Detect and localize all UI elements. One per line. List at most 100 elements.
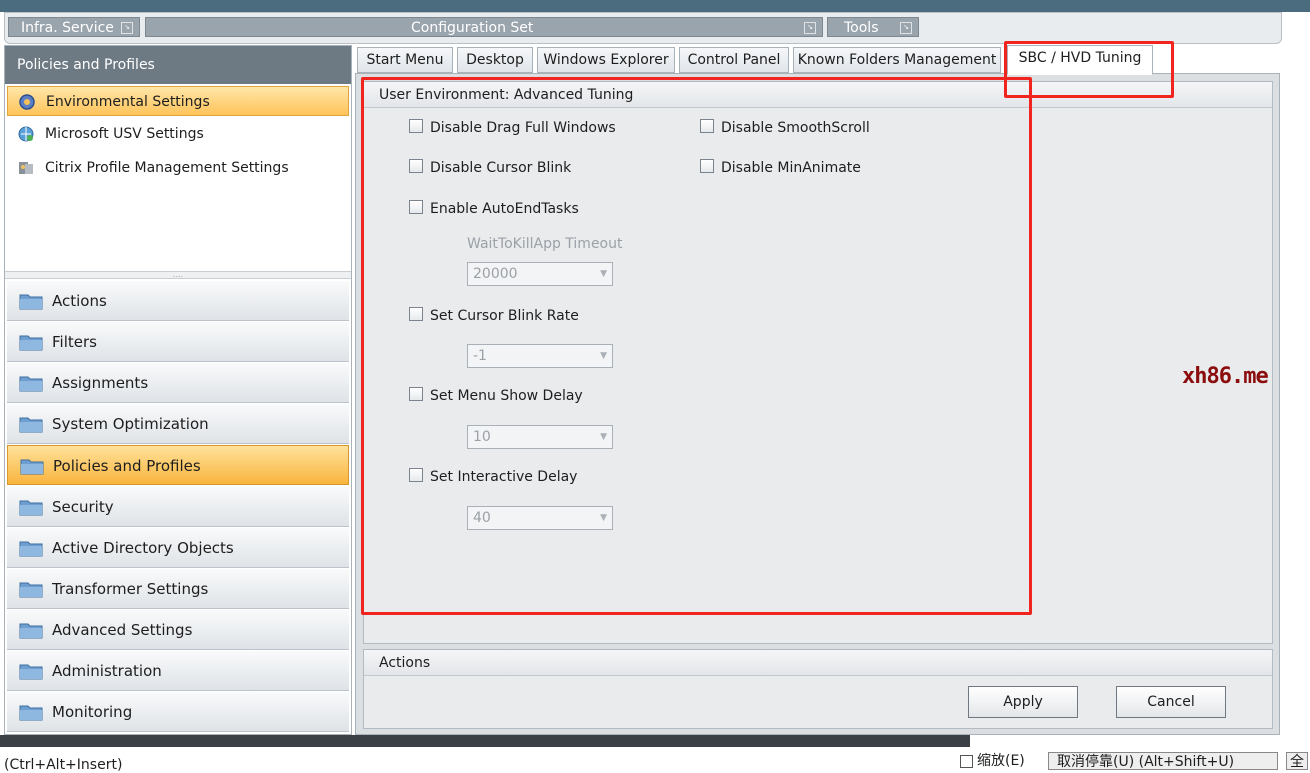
checkbox-enable-auto-end-tasks[interactable]: Enable AutoEndTasks <box>409 199 579 219</box>
combo-value: 10 <box>473 429 491 445</box>
folder-icon <box>19 541 43 557</box>
folder-icon <box>19 582 43 598</box>
cursor-blink-rate-combo[interactable]: -1 ▼ <box>467 344 613 368</box>
checkbox-label: Set Menu Show Delay <box>430 388 583 404</box>
tab-start-menu[interactable]: Start Menu <box>357 47 453 73</box>
folder-icon <box>19 705 43 721</box>
ribbon-group-configuration-set[interactable]: Configuration Set ↘ <box>145 17 823 37</box>
group-title: Actions <box>364 650 1272 676</box>
nav-button-label: Monitoring <box>52 703 133 721</box>
checkbox-label: Disable Drag Full Windows <box>430 120 616 136</box>
nav-button-actions[interactable]: Actions <box>7 281 349 321</box>
ribbon-group-tools[interactable]: Tools ↘ <box>827 17 919 37</box>
globe-user-icon <box>18 126 34 142</box>
nav-button-label: System Optimization <box>52 415 209 433</box>
nav-button-advanced-settings[interactable]: Advanced Settings <box>7 610 349 650</box>
folder-icon <box>20 459 44 475</box>
nav-button-policies-and-profiles[interactable]: Policies and Profiles <box>7 445 349 485</box>
checkbox-disable-cursor-blink[interactable]: Disable Cursor Blink <box>409 158 571 178</box>
cancel-button[interactable]: Cancel <box>1116 686 1226 718</box>
folder-icon <box>19 335 43 351</box>
dialog-launcher-icon[interactable]: ↘ <box>900 22 912 34</box>
folder-icon <box>19 500 43 516</box>
taskbar-strip <box>0 735 970 747</box>
tab-windows-explorer[interactable]: Windows Explorer <box>537 47 675 73</box>
actions-group: Actions Apply Cancel <box>363 649 1273 729</box>
undock-button[interactable]: 取消停靠(U) (Alt+Shift+U) <box>1048 752 1278 770</box>
left-navigation-panel: Policies and Profiles Environmental Sett… <box>4 45 352 735</box>
chevron-down-icon[interactable]: ▼ <box>600 263 607 285</box>
wait-to-kill-combo[interactable]: 20000 ▼ <box>467 262 613 286</box>
checkbox-disable-smooth-scroll[interactable]: Disable SmoothScroll <box>700 118 870 138</box>
folder-icon <box>19 417 43 433</box>
checkbox-box[interactable] <box>409 307 423 321</box>
folder-icon <box>19 376 43 392</box>
tree-item-environmental-settings[interactable]: Environmental Settings <box>7 86 349 116</box>
checkbox-disable-drag-full-windows[interactable]: Disable Drag Full Windows <box>409 118 616 138</box>
checkbox-label: Set Interactive Delay <box>430 469 578 485</box>
nav-button-filters[interactable]: Filters <box>7 322 349 362</box>
checkbox-set-cursor-blink-rate[interactable]: Set Cursor Blink Rate <box>409 306 579 326</box>
folder-icon <box>19 664 43 680</box>
tree-item-label: Environmental Settings <box>46 94 210 110</box>
checkbox-box[interactable] <box>409 468 423 482</box>
fullscreen-button[interactable]: 全 <box>1286 752 1308 770</box>
nav-button-system-optimization[interactable]: System Optimization <box>7 404 349 444</box>
combo-value: 20000 <box>473 266 518 282</box>
tab-control-panel[interactable]: Control Panel <box>679 47 789 73</box>
zoom-checkbox[interactable]: 缩放(E) <box>960 752 1025 770</box>
tab-content-area: User Environment: Advanced Tuning Disabl… <box>355 73 1280 735</box>
nav-button-label: Filters <box>52 333 97 351</box>
window-top-strip <box>0 0 1310 12</box>
nav-button-label: Transformer Settings <box>52 580 209 598</box>
nav-button-label: Actions <box>52 292 107 310</box>
dialog-launcher-icon[interactable]: ↘ <box>804 22 816 34</box>
citrix-profile-icon <box>19 162 33 174</box>
nav-button-monitoring[interactable]: Monitoring <box>7 692 349 732</box>
combo-value: 40 <box>473 510 491 526</box>
tab-known-folders-management[interactable]: Known Folders Management <box>793 47 1001 73</box>
nav-button-administration[interactable]: Administration <box>7 651 349 691</box>
checkbox-box[interactable] <box>409 387 423 401</box>
ribbon-group-infra-service[interactable]: Infra. Service ↘ <box>8 17 140 37</box>
panel-splitter[interactable]: .... <box>5 271 351 279</box>
checkbox-label: Enable AutoEndTasks <box>430 201 579 217</box>
checkbox-box[interactable] <box>409 200 423 214</box>
ribbon-group-label: Configuration Set <box>411 20 534 36</box>
checkbox-set-interactive-delay[interactable]: Set Interactive Delay <box>409 467 577 487</box>
tree-item-label: Citrix Profile Management Settings <box>45 160 289 176</box>
nav-button-transformer-settings[interactable]: Transformer Settings <box>7 569 349 609</box>
checkbox-box[interactable] <box>409 159 423 173</box>
gear-icon <box>19 94 35 110</box>
ribbon-group-label: Tools <box>844 20 879 36</box>
ribbon-group-label: Infra. Service <box>21 20 114 36</box>
tree-item-microsoft-usv-settings[interactable]: Microsoft USV Settings <box>7 119 349 149</box>
checkbox-label: Disable SmoothScroll <box>721 120 870 136</box>
chevron-down-icon[interactable]: ▼ <box>600 426 607 448</box>
tree-item-citrix-profile-management[interactable]: Citrix Profile Management Settings <box>7 153 349 183</box>
checkbox-label: Set Cursor Blink Rate <box>430 308 579 324</box>
nav-button-active-directory-objects[interactable]: Active Directory Objects <box>7 528 349 568</box>
dialog-launcher-icon[interactable]: ↘ <box>121 22 133 34</box>
checkbox-disable-min-animate[interactable]: Disable MinAnimate <box>700 158 861 178</box>
checkbox-box[interactable] <box>409 119 423 133</box>
interactive-delay-combo[interactable]: 40 ▼ <box>467 506 613 530</box>
chevron-down-icon[interactable]: ▼ <box>600 345 607 367</box>
tab-desktop[interactable]: Desktop <box>457 47 533 73</box>
nav-button-label: Active Directory Objects <box>52 539 234 557</box>
advanced-tuning-group: User Environment: Advanced Tuning Disabl… <box>363 81 1273 644</box>
checkbox-box[interactable] <box>960 754 973 768</box>
ribbon-bar: Infra. Service ↘ Configuration Set ↘ Too… <box>4 12 1282 44</box>
nav-button-assignments[interactable]: Assignments <box>7 363 349 403</box>
checkbox-box[interactable] <box>700 159 714 173</box>
checkbox-box[interactable] <box>700 119 714 133</box>
nav-button-label: Advanced Settings <box>52 621 193 639</box>
menu-show-delay-combo[interactable]: 10 ▼ <box>467 425 613 449</box>
checkbox-label: Disable MinAnimate <box>721 160 861 176</box>
nav-button-security[interactable]: Security <box>7 487 349 527</box>
tab-sbc-hvd-tuning[interactable]: SBC / HVD Tuning <box>1007 45 1153 75</box>
watermark-text: xh86.me <box>1182 364 1269 389</box>
chevron-down-icon[interactable]: ▼ <box>600 507 607 529</box>
checkbox-set-menu-show-delay[interactable]: Set Menu Show Delay <box>409 386 583 406</box>
apply-button[interactable]: Apply <box>968 686 1078 718</box>
